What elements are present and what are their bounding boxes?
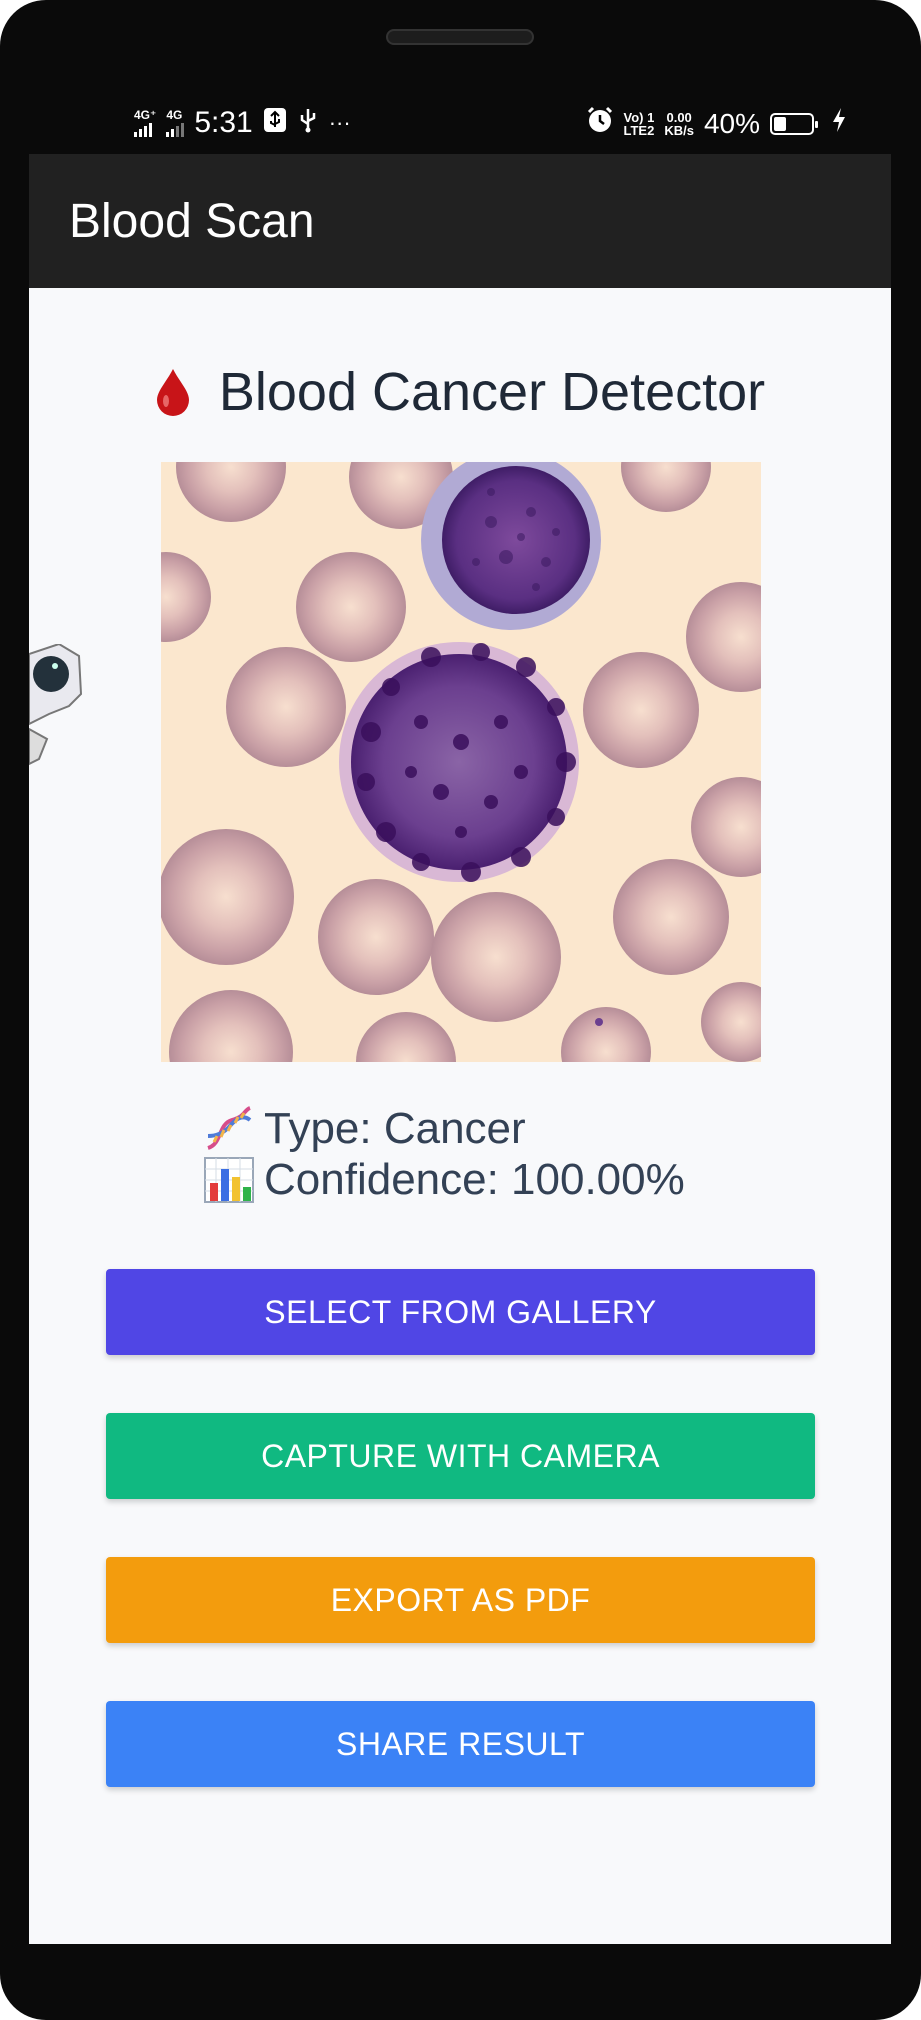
signal-bars-1-icon	[134, 121, 156, 137]
app-bar: Blood Scan	[29, 154, 891, 288]
charging-icon	[832, 107, 846, 140]
clock: 5:31	[194, 106, 253, 139]
status-bar-right: Vo) 1 LTE2 0.00 KB/s 40%	[586, 106, 847, 141]
app-bar-title: Blood Scan	[69, 195, 315, 248]
select-from-gallery-button[interactable]: SELECT FROM GALLERY	[106, 1269, 815, 1355]
alarm-icon	[586, 106, 614, 141]
battery-icon	[770, 112, 818, 135]
battery-level-fill	[774, 116, 786, 131]
more-notifications-indicator: ···	[328, 110, 351, 135]
share-result-button[interactable]: SHARE RESULT	[106, 1701, 815, 1787]
status-bar: 4G⁺ 4G 5:31 ··· Vo) 1 LTE2 0.00 KB/s 40%	[29, 94, 891, 154]
result-confidence: Confidence: 100.00%	[204, 1154, 685, 1205]
page-title: Blood Cancer Detector	[29, 361, 891, 423]
bar-chart-icon	[204, 1156, 254, 1203]
result-type-text: Type: Cancer	[264, 1104, 526, 1153]
blood-drop-icon	[156, 369, 189, 416]
signal-1: 4G⁺	[134, 109, 156, 137]
result-type: Type: Cancer	[204, 1103, 685, 1154]
prediction-result: Type: Cancer Confidence: 100.00%	[204, 1103, 685, 1205]
page-title-text: Blood Cancer Detector	[218, 362, 766, 422]
export-as-pdf-button[interactable]: EXPORT AS PDF	[106, 1557, 815, 1643]
usb-trident-icon	[297, 107, 319, 139]
phone-frame: 4G⁺ 4G 5:31 ··· Vo) 1 LTE2 0.00 KB/s 40%…	[0, 0, 921, 2020]
floating-assistant-icon[interactable]	[29, 644, 84, 784]
signal-2: 4G	[166, 109, 185, 137]
dna-icon	[207, 1105, 252, 1150]
signal-bars-2-icon	[166, 121, 185, 137]
status-bar-left: 4G⁺ 4G 5:31 ···	[134, 106, 351, 140]
volte-indicator: Vo) 1 LTE2	[623, 109, 655, 138]
app-screen: Blood Scan Blood Cancer Detector Type: C…	[29, 154, 891, 1944]
speaker-grille	[386, 29, 534, 45]
blood-smear-image	[161, 462, 761, 1062]
capture-with-camera-button[interactable]: CAPTURE WITH CAMERA	[106, 1413, 815, 1499]
battery-percent: 40%	[703, 107, 760, 139]
usb-icon	[263, 107, 287, 139]
result-confidence-text: Confidence: 100.00%	[264, 1155, 685, 1204]
network-speed: 0.00 KB/s	[664, 109, 694, 138]
